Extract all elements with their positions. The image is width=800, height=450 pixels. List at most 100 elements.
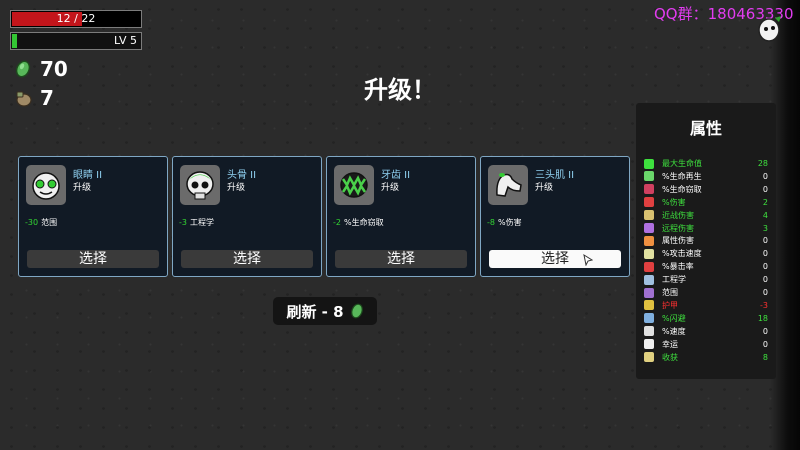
stat-value: 0 [762,288,768,297]
stat-row: 近战伤害 4 [644,209,772,222]
card-stat: -3 工程学 [179,217,214,228]
stat-icon [644,287,654,298]
stat-value: 0 [762,275,768,285]
card-name: 三头肌 II [535,170,575,181]
stat-icon [644,197,654,208]
stat-icon [644,171,654,182]
stat-icon [644,223,654,233]
stat-icon [644,235,654,246]
stat-label: 近战伤害 [662,210,694,220]
stat-label: 范围 [41,218,58,227]
health-text: 12 / 22 [56,12,96,25]
stat-value: 0 [762,249,768,259]
stat-row: %伤害 2 [644,196,772,209]
stat-icon [644,261,654,272]
select-button[interactable]: 选择 [27,250,159,268]
upgrade-card-teeth[interactable]: 牙齿 II 升级 -2 %生命窃取 选择 [326,156,476,277]
stat-row: 属性伤害 0 [644,234,772,247]
stat-value: 18 [757,313,768,323]
stat-icon [644,184,654,195]
stat-label: %伤害 [662,197,686,207]
stat-row: 工程学 0 [644,273,772,286]
stat-value: 0 [762,262,768,272]
stat-row: 收获 8 [644,351,772,364]
stat-label: 幸运 [662,339,678,349]
stat-label: 属性伤害 [662,236,694,246]
card-name: 眼睛 II [73,170,103,181]
card-stat: -30 范围 [25,217,57,228]
upgrade-card-eye[interactable]: 眼睛 II 升级 -30 范围 选择 [18,156,168,277]
stat-row: %生命窃取 0 [644,183,772,196]
eye-icon [26,165,66,205]
stat-icon [644,352,654,362]
stats-panel-title: 属性 [689,119,722,138]
stat-value: 0 [762,171,768,181]
stat-row: %攻击速度 0 [644,247,772,260]
level-up-title: 升级！ [364,76,436,104]
stat-label: 远程伤害 [662,223,694,233]
stat-label: %生命再生 [662,171,702,181]
select-button[interactable]: 选择 [335,250,467,268]
triceps-icon [488,165,528,205]
health-bar: 12 / 22 [10,10,142,28]
skull-icon [180,165,220,205]
card-stat: -8 %伤害 [487,217,522,228]
stat-icon [644,210,654,221]
stat-row: 远程伤害 3 [644,222,772,235]
card-type: 升级 [73,183,92,193]
stat-row: %速度 0 [644,325,772,338]
stat-icon [644,158,654,169]
level-text: LV 5 [114,34,137,47]
stat-value: 0 [762,184,768,194]
stat-value: -3 [179,218,187,227]
stats-panel: 属性 最大生命值 28 %生命再生 0 %生命窃取 0 %伤害 2 近战伤害 4 远程伤害 3 属性伤害… [636,103,776,379]
refresh-button[interactable]: 刷新 - 8 [273,297,377,325]
stat-icon [644,248,654,259]
stat-label: 收获 [662,352,678,362]
refresh-label: 刷新 - 8 [286,302,344,321]
stat-label: %速度 [662,326,686,336]
mouse-cursor-icon [583,254,593,266]
stat-icon [644,326,654,337]
stat-icon [644,339,654,350]
stat-value: 2 [762,197,768,207]
upgrade-card-skull[interactable]: 头骨 II 升级 -3 工程学 选择 [172,156,322,277]
stat-row: 护甲 -3 [644,299,772,312]
stat-row: %闪避 18 [644,312,772,325]
stat-row: 范围 0 [644,286,772,299]
stat-value: 8 [762,352,768,362]
stat-icon [644,300,654,311]
stat-value: -8 [487,218,495,227]
stat-value: 0 [762,339,768,349]
stat-value: 28 [757,159,768,168]
stat-label: 工程学 [189,218,214,227]
card-type: 升级 [535,183,554,193]
stat-label: 工程学 [662,275,686,285]
stat-icon [644,313,654,324]
select-button[interactable]: 选择 [181,250,313,268]
streamer-avatar-icon [758,16,781,42]
stat-label: %生命窃取 [662,184,702,194]
stat-label: %生命窃取 [343,218,384,227]
stat-value: -3 [760,300,768,310]
material-icon [350,303,363,319]
stat-icon [644,274,654,285]
stat-value: 0 [762,326,768,336]
stat-value: 3 [762,223,768,233]
card-stat: -2 %生命窃取 [333,217,384,228]
experience-bar: LV 5 [10,32,142,50]
upgrade-card-triceps[interactable]: 三头肌 II 升级 -8 %伤害 选择 [480,156,630,277]
stat-row: %暴击率 0 [644,260,772,273]
stat-label: %闪避 [662,313,686,323]
stat-row: 最大生命值 28 [644,157,772,170]
experience-fill [12,34,18,48]
stat-label: 最大生命值 [662,159,702,168]
stat-value: -30 [25,218,39,227]
stat-label: 护甲 [662,300,678,310]
card-name: 头骨 II [227,170,257,181]
stat-label: %攻击速度 [662,249,702,259]
select-button-hovered[interactable]: 选择 [489,250,621,268]
stat-label: %伤害 [497,218,522,227]
select-button-label: 选择 [541,251,569,267]
stat-value: -2 [333,218,341,227]
